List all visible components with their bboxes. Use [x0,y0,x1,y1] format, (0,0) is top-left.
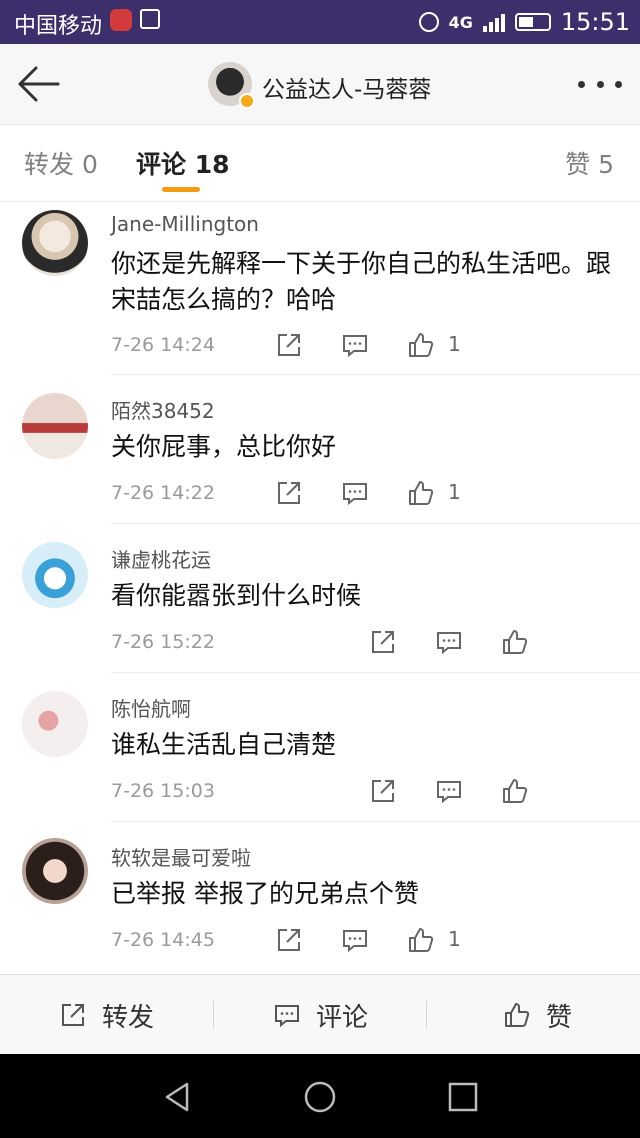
avatar[interactable] [22,691,88,757]
divider [213,1001,214,1029]
comment-username[interactable]: 软软是最可爱啦 [111,842,251,871]
comment-time: 7-26 14:24 [111,334,215,356]
share-comment-icon[interactable] [274,330,304,360]
comment-text: 你还是先解释一下关于你自己的私生活吧。跟宋喆怎么搞的？哈哈 [111,249,612,314]
share-comment-icon[interactable] [368,776,398,806]
share-icon [62,1004,84,1026]
comment-text: 看你能嚣张到什么时候 [111,581,362,610]
comment-actions: 1 [240,478,640,508]
comment-icon [275,1005,299,1028]
forward-button[interactable]: 转发 [58,975,154,1055]
clock-time: 15:51 [560,8,630,36]
comment-time: 7-26 14:45 [111,929,215,951]
more-button[interactable] [578,74,622,94]
system-navigation-bar [0,1054,640,1138]
reply-icon[interactable] [340,330,370,360]
share-comment-icon[interactable] [368,627,398,657]
comment-username[interactable]: 陈怡航啊 [111,693,191,722]
reply-icon[interactable] [340,478,370,508]
verified-badge-icon [239,93,255,109]
comment-time: 7-26 14:22 [111,482,215,504]
comment-username[interactable]: 谦虚桃花运 [111,544,211,573]
back-button[interactable] [14,60,62,108]
thumbs-up-icon[interactable] [500,776,530,806]
comment-item: 陌然38452 关你屁事，总比你好 7-26 14:22 1 [0,375,640,524]
comment-actions [240,776,640,806]
thumbs-up-icon[interactable] [406,925,436,955]
weibo-notification-icon [110,9,132,31]
comment-item: 软软是最可爱啦 已举报 举报了的兄弟点个赞 7-26 14:45 1 [0,822,640,972]
status-bar: 中国移动 4G 15:51 [0,0,640,44]
comment-time: 7-26 15:22 [111,631,215,653]
reply-icon[interactable] [434,776,464,806]
comment-time: 7-26 15:03 [111,780,215,802]
avatar[interactable] [22,210,88,276]
like-label: 赞 [546,1002,573,1033]
comment-item: 陈怡航啊 谁私生活乱自己清楚 7-26 15:03 [0,673,640,822]
reply-icon[interactable] [434,627,464,657]
status-left-icons [110,9,160,31]
comment-item: Jane-Millington 你还是先解释一下关于你自己的私生活吧。跟宋喆怎么… [0,202,640,375]
like-count: 1 [448,480,461,504]
carrier-name: 中国移动 [14,14,103,39]
comment-username[interactable]: Jane-Millington [111,212,259,236]
avatar[interactable] [22,838,88,904]
comment-actions: 1 [240,925,640,955]
share-comment-icon[interactable] [274,478,304,508]
comment-actions [240,627,640,657]
alarm-icon [418,12,439,32]
comment-actions: 1 [240,330,640,360]
thumbs-up-icon[interactable] [500,627,530,657]
signal-icon [482,12,505,32]
nav-back-icon[interactable] [160,1080,194,1114]
tab-likes[interactable]: 赞 5 [565,145,614,181]
avatar[interactable] [22,393,88,459]
comment-text: 已举报 举报了的兄弟点个赞 [111,879,419,908]
tab-forward[interactable]: 转发 0 [24,145,98,181]
comment-label: 评论 [316,1002,369,1033]
active-tab-indicator [162,187,200,192]
nav-home-icon[interactable] [303,1080,337,1114]
arrow-left-icon [18,66,60,102]
tab-bar: 转发 0 评论 18 赞 5 [0,125,640,202]
like-button[interactable]: 赞 [502,975,572,1055]
comment-text: 谁私生活乱自己清楚 [111,730,337,759]
page-title[interactable]: 公益达人-马蓉蓉 [262,70,431,104]
status-right: 4G 15:51 [418,8,630,36]
thumbs-up-icon[interactable] [406,330,436,360]
comment-text: 关你屁事，总比你好 [111,432,337,461]
avatar[interactable] [22,542,88,608]
reply-icon[interactable] [340,925,370,955]
comment-username[interactable]: 陌然38452 [111,395,215,424]
top-bar: 公益达人-马蓉蓉 [0,44,640,125]
comment-item: 谦虚桃花运 看你能嚣张到什么时候 7-26 15:22 [0,524,640,673]
comment-button[interactable]: 评论 [272,975,368,1055]
battery-icon [514,13,551,31]
thumbs-up-icon [505,1003,530,1027]
nav-recents-icon[interactable] [446,1080,480,1114]
bottom-toolbar: 转发 评论 赞 [0,974,640,1055]
network-type: 4G [448,12,473,32]
share-comment-icon[interactable] [274,925,304,955]
like-count: 1 [448,332,461,356]
divider [426,1001,427,1029]
profile-avatar[interactable] [208,62,255,109]
tab-comments[interactable]: 评论 18 [136,145,230,181]
thumbs-up-icon[interactable] [406,478,436,508]
image-icon [140,9,160,29]
more-dots-icon [578,80,585,88]
like-count: 1 [448,927,461,951]
forward-label: 转发 [102,1002,155,1033]
